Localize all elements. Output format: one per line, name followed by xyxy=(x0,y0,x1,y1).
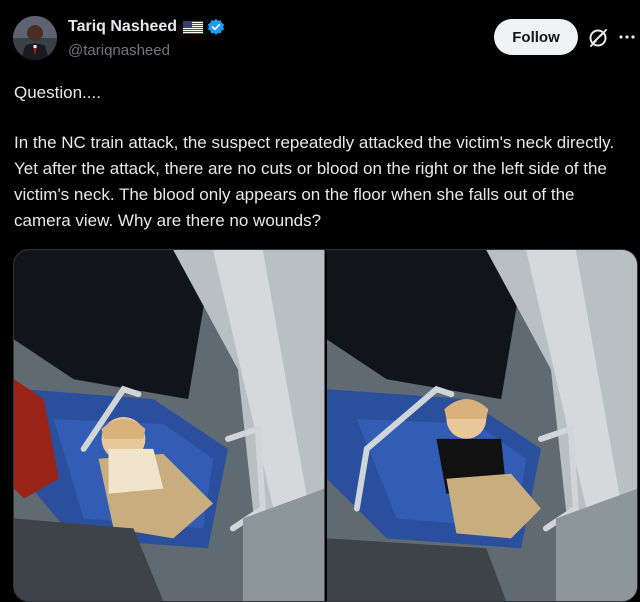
grok-icon[interactable] xyxy=(587,27,609,49)
media-image-left[interactable] xyxy=(14,250,325,601)
post-paragraph: In the NC train attack, the suspect repe… xyxy=(14,133,615,230)
media-image-right[interactable] xyxy=(326,250,637,601)
post-paragraph: Question.... xyxy=(14,83,101,102)
us-flag-icon xyxy=(183,20,204,34)
follow-button[interactable]: Follow xyxy=(494,19,578,55)
avatar[interactable] xyxy=(13,16,57,60)
post-text: Question.... In the NC train attack, the… xyxy=(14,80,626,234)
author-name-row: Tariq Nasheed xyxy=(68,18,225,36)
media-grid xyxy=(13,249,638,602)
verified-badge-icon[interactable] xyxy=(207,18,225,36)
more-icon[interactable] xyxy=(618,28,636,46)
author-handle[interactable]: @tariqnasheed xyxy=(68,42,170,59)
author-display-name[interactable]: Tariq Nasheed xyxy=(68,18,177,36)
post-card: Tariq Nasheed @tariqnasheed Follow Quest… xyxy=(0,0,640,602)
